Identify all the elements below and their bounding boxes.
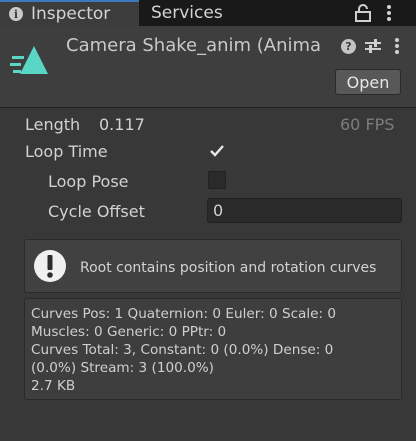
length-label: Length <box>25 115 81 134</box>
loop-time-label: Loop Time <box>25 142 108 161</box>
cycle-offset-field[interactable]: 0 <box>207 198 402 223</box>
inspector-header: Camera Shake_anim (Anima ? Open <box>0 26 416 107</box>
info-line: Muscles: 0 Generic: 0 PPtr: 0 <box>31 324 227 340</box>
warning-helpbox: Root contains position and rotation curv… <box>24 239 402 293</box>
info-line: Curves Pos: 1 Quaternion: 0 Euler: 0 Sca… <box>31 306 337 322</box>
info-line: 2.7 KB <box>31 378 76 394</box>
preset-sliders-icon[interactable] <box>365 38 381 54</box>
clip-info-panel: Curves Pos: 1 Quaternion: 0 Euler: 0 Sca… <box>24 298 402 400</box>
lock-icon[interactable] <box>355 4 371 22</box>
info-line: (0.0%) Stream: 3 (100.0%) <box>31 360 214 376</box>
info-icon: i <box>9 7 23 21</box>
animation-clip-icon <box>10 46 48 74</box>
question-circle-icon[interactable]: ? <box>341 39 356 54</box>
header-divider <box>0 107 416 108</box>
fps-value: 60 FPS <box>340 115 395 134</box>
loop-pose-label: Loop Pose <box>48 172 129 191</box>
tab-services[interactable]: Services <box>151 0 223 26</box>
kebab-menu-icon[interactable] <box>385 4 393 22</box>
checkmark-icon <box>210 145 224 157</box>
tab-inspector-label: Inspector <box>31 4 111 24</box>
info-line: Curves Total: 3, Constant: 0 (0.0%) Dens… <box>31 342 334 358</box>
asset-title: Camera Shake_anim (Anima <box>66 35 322 56</box>
open-button[interactable]: Open <box>335 69 401 95</box>
kebab-menu-icon[interactable] <box>394 37 400 55</box>
tab-bar: i Inspector Services <box>0 0 416 26</box>
tab-services-label: Services <box>151 3 223 23</box>
cycle-offset-label: Cycle Offset <box>48 202 145 221</box>
length-value: 0.117 <box>99 115 145 134</box>
loop-pose-checkbox[interactable] <box>208 171 226 189</box>
loop-time-checkbox[interactable] <box>208 142 226 160</box>
helpbox-message: Root contains position and rotation curv… <box>80 260 377 276</box>
warning-icon <box>34 250 66 282</box>
tab-inspector[interactable]: i Inspector <box>0 0 139 26</box>
